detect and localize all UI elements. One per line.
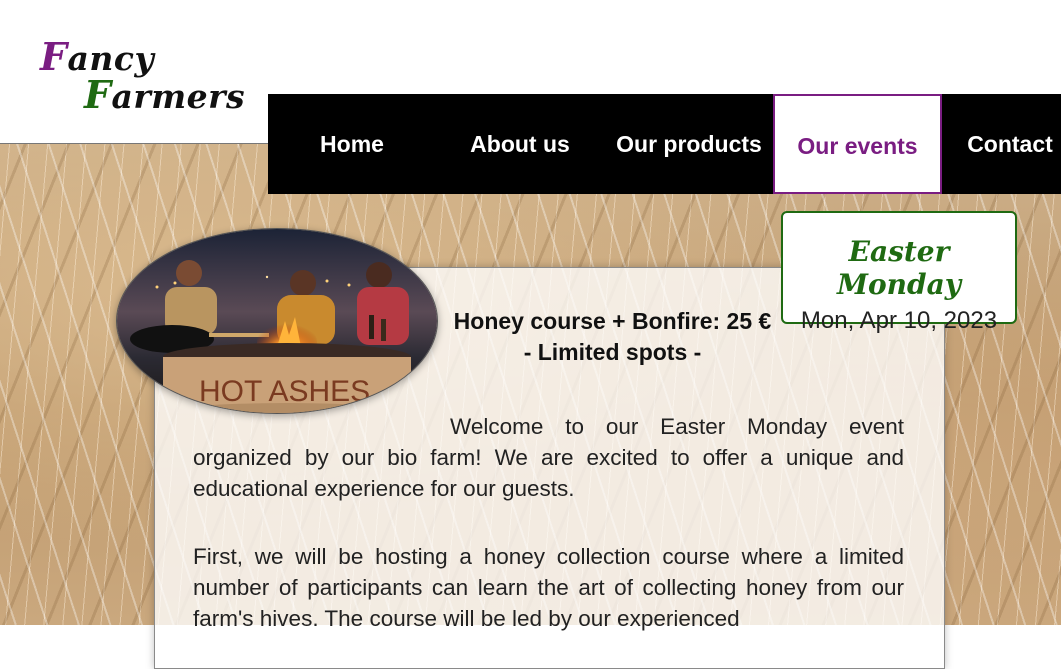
- offer-price: Honey course + Bonfire: 25 €: [453, 308, 772, 334]
- bonfire-photo: HOT ASHES: [116, 228, 438, 414]
- event-date-card: Easter Monday Mon, Apr 10, 2023: [781, 211, 1017, 334]
- nav-item-our-products[interactable]: Our products: [604, 94, 774, 194]
- event-date: Mon, Apr 10, 2023: [800, 307, 998, 334]
- nav-item-home[interactable]: Home: [268, 94, 436, 194]
- fire-pit-sign: HOT ASHES: [199, 375, 370, 408]
- course-paragraph: First, we will be hosting a honey collec…: [193, 544, 904, 631]
- intro-paragraph: Welcome to our Easter Monday event organ…: [193, 414, 904, 501]
- nav-item-our-events[interactable]: Our events: [773, 94, 942, 194]
- nav-item-about-us[interactable]: About us: [436, 94, 604, 194]
- site-logo[interactable]: Fancy Farmers: [38, 28, 258, 118]
- bonfire-photo-illustration: HOT ASHES: [117, 229, 437, 413]
- event-title: Easter Monday: [836, 235, 962, 301]
- nav-item-contact[interactable]: Contact: [942, 94, 1061, 194]
- offer-note: - Limited spots -: [523, 339, 702, 365]
- main-navigation: Home About us Our products Our events Co…: [268, 94, 1061, 194]
- logo-line-farmers: Farmers: [84, 72, 246, 117]
- offer-heading: Honey course + Bonfire: 25 € - Limited s…: [440, 306, 785, 368]
